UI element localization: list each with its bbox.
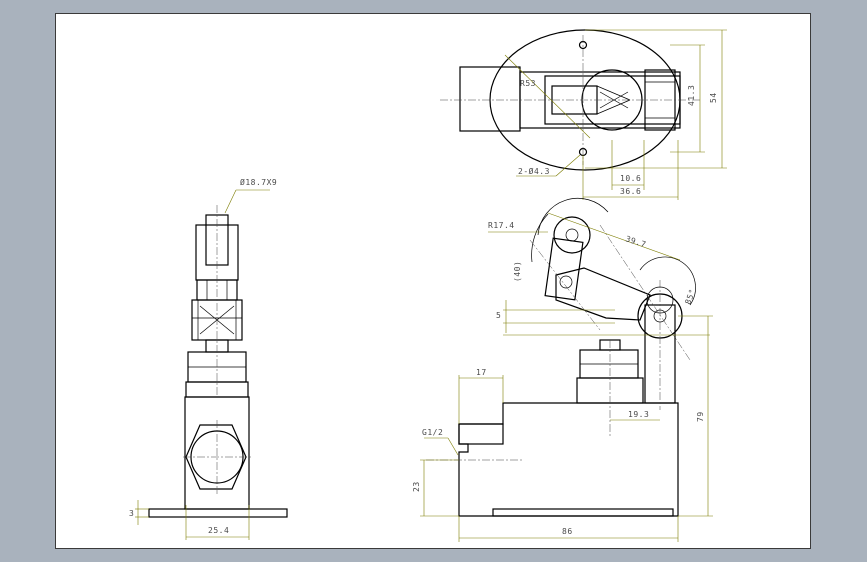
side-view: 39.7 R17.4 (40) 85° 5 17 19.3 79 23 G1/2…: [412, 198, 713, 542]
front-base-plate: [148, 508, 288, 518]
side-roller-upper: [553, 216, 591, 254]
side-roller-radius: R17.4: [488, 221, 515, 230]
top-view: 54 41.3 10.6 36.6 R53 2-Ø4.3: [440, 29, 727, 200]
cad-viewport[interactable]: Ø18.7X9 25.4 3 54 41.3 10.6 36.6 R53 2-Ø…: [0, 0, 867, 562]
front-callout-dia: Ø18.7X9: [240, 177, 277, 187]
top-dim-height-outer: 54: [709, 92, 718, 103]
side-body-width: 86: [562, 527, 573, 536]
side-arm-offset: (40): [513, 261, 522, 282]
side-thread-height: 23: [412, 481, 421, 492]
side-base-step: [492, 508, 674, 517]
top-dim-width-outer: 36.6: [620, 187, 641, 196]
side-arm-length: 39.7: [624, 234, 647, 249]
top-holes: 2-Ø4.3: [518, 166, 550, 176]
side-body-height: 79: [696, 411, 705, 422]
side-plunger-offset: 19.3: [628, 410, 649, 419]
front-dim-width: 25.4: [208, 526, 229, 535]
side-thread: G1/2: [422, 428, 443, 437]
side-angle: 85°: [683, 288, 697, 306]
front-dim-base: 3: [129, 509, 134, 518]
side-step: 5: [496, 311, 501, 320]
side-lever-link: [544, 237, 584, 301]
side-boss: [458, 423, 504, 445]
drawing-canvas: Ø18.7X9 25.4 3 54 41.3 10.6 36.6 R53 2-Ø…: [129, 29, 727, 542]
side-lever-arm: [555, 267, 651, 321]
top-dim-width-inner: 10.6: [620, 174, 641, 183]
top-radius: R53: [520, 79, 536, 88]
front-view: Ø18.7X9 25.4 3: [129, 177, 288, 540]
side-roller-upper-hub: [565, 228, 579, 242]
side-boss-width: 17: [476, 368, 487, 377]
top-dim-height-inner: 41.3: [687, 85, 696, 106]
